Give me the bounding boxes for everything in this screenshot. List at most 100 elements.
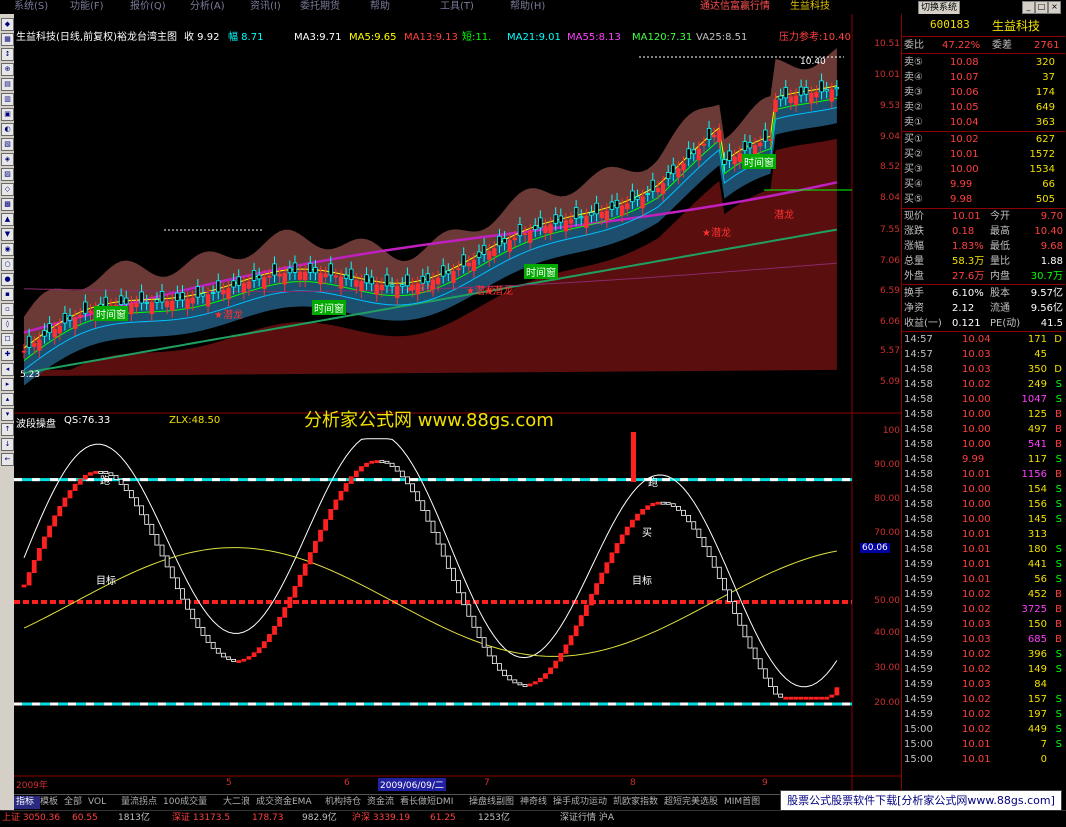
candle-body <box>558 215 564 223</box>
ask-row-2[interactable]: 卖④ 10.07 37 <box>902 70 1065 85</box>
weidiff-value: 2761 <box>1034 40 1060 51</box>
tab-3[interactable]: 全部 <box>62 796 88 809</box>
chart-area[interactable]: 生益科技(日线,前复权)裕龙台湾主图 收 9.92 幅 8.71 MA3:9.71 M… <box>14 14 901 794</box>
restore-icon[interactable]: □ <box>1035 1 1048 14</box>
bid-row-2[interactable]: 买② 10.01 1572 <box>902 147 1065 162</box>
tab-6[interactable]: 100成交量 <box>161 796 223 809</box>
menu-function[interactable]: 功能(F) <box>70 0 104 14</box>
tab-15[interactable]: 凯欧家指数 <box>611 796 664 809</box>
toolbar-tool-29-icon[interactable]: ↓ <box>1 438 14 451</box>
toolbar-tool-18-icon[interactable]: ● <box>1 273 14 286</box>
candle-body <box>149 302 155 315</box>
menu-help2[interactable]: 帮助(H) <box>510 0 545 14</box>
candle-body <box>205 294 211 307</box>
menu-tools[interactable]: 工具(T) <box>440 0 474 14</box>
toolbar-tool-3-icon[interactable]: ↕ <box>1 48 14 61</box>
toolbar-tool-13-icon[interactable]: ▩ <box>1 198 14 211</box>
promo-banner[interactable]: 股票公式股票软件下载[分析家公式网www.88gs.com] <box>780 790 1062 812</box>
tick-volume: 117 <box>1027 454 1047 465</box>
tick-volume: 154 <box>1027 484 1047 495</box>
toolbar-tool-14-icon[interactable]: ▲ <box>1 213 14 226</box>
toolbar-tool-9-icon[interactable]: ▧ <box>1 138 14 151</box>
oscillator-block <box>134 497 139 507</box>
switch-system-button[interactable]: 切换系统 <box>918 1 960 15</box>
tab-17[interactable]: MIM首图 <box>722 796 775 809</box>
bid-row-3[interactable]: 买③ 10.00 1534 <box>902 162 1065 177</box>
bid-row-4[interactable]: 买④ 9.99 66 <box>902 177 1065 192</box>
menu-info[interactable]: 资讯(I) <box>250 0 281 14</box>
ask-row-4[interactable]: 卖② 10.05 649 <box>902 100 1065 115</box>
oscillator-block <box>195 618 201 628</box>
toolbar-tool-16-icon[interactable]: ◉ <box>1 243 14 256</box>
tab-11[interactable]: 看长做短DMI <box>398 796 469 809</box>
tab-13[interactable]: 神奇线 <box>518 796 553 809</box>
candle-body <box>635 196 640 200</box>
candle-body <box>323 273 328 278</box>
toolbar-tool-2-icon[interactable]: ▦ <box>1 33 14 46</box>
minimize-icon[interactable]: _ <box>1022 1 1035 14</box>
tick-volume: 452 <box>1027 589 1047 600</box>
kline-chart-svg[interactable] <box>14 14 901 794</box>
toolbar-tool-7-icon[interactable]: ▣ <box>1 108 14 121</box>
tab-16[interactable]: 超短完美选股 <box>662 796 724 809</box>
bid-row-1[interactable]: 买① 10.02 627 <box>902 132 1065 147</box>
oscillator-block <box>583 604 589 617</box>
toolbar-tool-19-icon[interactable]: ▪ <box>1 288 14 301</box>
toolbar-tool-12-icon[interactable]: ◇ <box>1 183 14 196</box>
tick-price: 10.02 <box>962 709 991 720</box>
tick-side: B <box>1055 619 1062 630</box>
toolbar-tool-30-icon[interactable]: ← <box>1 453 14 466</box>
toolbar-tool-11-icon[interactable]: ▨ <box>1 168 14 181</box>
toolbar-tool-5-icon[interactable]: ▤ <box>1 78 14 91</box>
menu-bar: 系统(S) 功能(F) 报价(Q) 分析(A) 资讯(I) 委托期货 帮助 工具… <box>0 0 1066 15</box>
toolbar-tool-28-icon[interactable]: ↑ <box>1 423 14 436</box>
stat-value: 1.88 <box>1040 256 1063 267</box>
toolbar-tool-20-icon[interactable]: ▫ <box>1 303 14 316</box>
toolbar-tool-27-icon[interactable]: ▾ <box>1 408 14 421</box>
toolbar-tool-23-icon[interactable]: ✚ <box>1 348 14 361</box>
menu-quote[interactable]: 报价(Q) <box>130 0 166 14</box>
tab-4[interactable]: VOL <box>86 796 121 809</box>
ask-row-1[interactable]: 卖⑤ 10.08 320 <box>902 55 1065 70</box>
toolbar-tool-8-icon[interactable]: ◐ <box>1 123 14 136</box>
tab-7[interactable]: 大二浪 <box>221 796 256 809</box>
toolbar-tool-15-icon[interactable]: ▼ <box>1 228 14 241</box>
menu-system[interactable]: 系统(S) <box>14 0 48 14</box>
toolbar-tool-22-icon[interactable]: ☐ <box>1 333 14 346</box>
toolbar-tool-4-icon[interactable]: ⊕ <box>1 63 14 76</box>
bid-row-5[interactable]: 买⑤ 9.98 505 <box>902 192 1065 207</box>
ask-row-5[interactable]: 卖① 10.04 363 <box>902 115 1065 130</box>
toolbar-tool-25-icon[interactable]: ▸ <box>1 378 14 391</box>
menu-trade[interactable]: 委托期货 <box>300 0 340 14</box>
candle-body <box>589 212 594 216</box>
tick-time: 14:59 <box>904 604 933 615</box>
toolbar-tool-1-icon[interactable]: ◆ <box>1 18 14 31</box>
tick-volume: 197 <box>1027 709 1047 720</box>
oscillator-block <box>338 490 344 501</box>
toolbar-tool-21-icon[interactable]: ◊ <box>1 318 14 331</box>
menu-analysis[interactable]: 分析(A) <box>190 0 225 14</box>
tab-8[interactable]: 成交资金EMA <box>254 796 325 809</box>
toolbar-tool-10-icon[interactable]: ◈ <box>1 153 14 166</box>
toolbar-tool-26-icon[interactable]: ▴ <box>1 393 14 406</box>
toolbar-tool-24-icon[interactable]: ◂ <box>1 363 14 376</box>
low-price-label: 5.23 <box>20 370 41 380</box>
tab-5[interactable]: 量流拐点 <box>119 796 163 809</box>
tab-12[interactable]: 操盘线副图 <box>467 796 520 809</box>
ask-row-3[interactable]: 卖③ 10.06 174 <box>902 85 1065 100</box>
menu-help[interactable]: 帮助 <box>370 0 390 14</box>
oscillator-block <box>297 574 303 587</box>
oscillator-block <box>410 483 415 493</box>
candle-body <box>26 335 32 348</box>
tab-1[interactable]: 指标 <box>14 796 40 809</box>
tick-side: S <box>1055 724 1062 735</box>
tab-10[interactable]: 资金流 <box>365 796 400 809</box>
tab-2[interactable]: 模板 <box>38 796 64 809</box>
tab-9[interactable]: 机构持仓 <box>323 796 367 809</box>
toolbar-tool-17-icon[interactable]: ○ <box>1 258 14 271</box>
close-icon[interactable]: × <box>1048 1 1061 14</box>
tab-14[interactable]: 操手成功运动 <box>551 796 613 809</box>
oscillator-block <box>246 656 252 660</box>
toolbar-tool-6-icon[interactable]: ▥ <box>1 93 14 106</box>
tick-price: 10.03 <box>962 679 991 690</box>
